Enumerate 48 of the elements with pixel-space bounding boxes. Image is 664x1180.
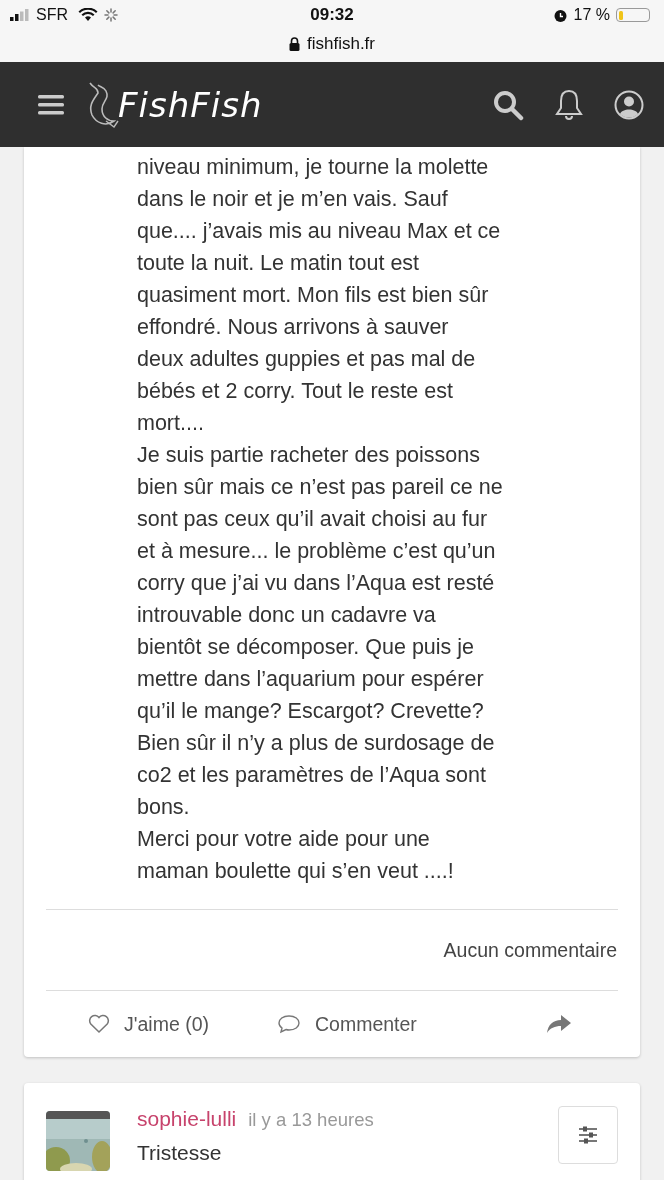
site-logo[interactable]: FishFish xyxy=(84,80,263,129)
post-time: il y a 13 heures xyxy=(248,1109,374,1131)
post-text-line: dans le noir et je m’en vais. Sauf xyxy=(137,186,449,213)
post-text-line: que.... j’avais mis au niveau Max et ce xyxy=(137,218,502,245)
search-icon[interactable] xyxy=(492,88,524,121)
loading-icon xyxy=(104,8,118,22)
post-text-line: qu’il le mange? Escargot? Crevette? xyxy=(137,698,485,725)
post-text-line: mort.... xyxy=(137,410,205,437)
alarm-icon xyxy=(552,7,568,23)
post-text-line: introuvable donc un cadavre va xyxy=(137,602,437,629)
post-title: Tristesse xyxy=(137,1141,223,1165)
account-icon[interactable] xyxy=(614,89,644,120)
post-text-line: deux adultes guppies et pas mal de xyxy=(137,346,477,373)
post-text-line: co2 et les paramètres de l’Aqua sont xyxy=(137,762,487,789)
speech-bubble-icon xyxy=(277,1014,301,1034)
post-text-line: toute la nuit. Le matin tout est xyxy=(137,250,421,277)
post-text-line: bébés et 2 corry. Tout le reste est xyxy=(137,378,454,405)
battery-percent: 17 % xyxy=(573,6,610,24)
signal-icon xyxy=(10,9,30,21)
post-text-line: Bien sûr il n’y a plus de surdosage de xyxy=(137,730,496,757)
post-text-line: niveau minimum, je tourne la molette xyxy=(137,154,490,181)
post-text-line: bientôt se décomposer. Que puis je xyxy=(137,634,476,661)
lock-icon xyxy=(289,37,300,51)
notification-bell-icon[interactable] xyxy=(554,87,584,122)
post-text-line: effondré. Nous arrivons à sauver xyxy=(137,314,450,341)
comment-button[interactable]: Commenter xyxy=(273,1008,421,1040)
comment-count[interactable]: Aucun commentaire xyxy=(443,938,617,962)
url-address[interactable]: fishfish.fr xyxy=(307,34,375,54)
settings-button[interactable] xyxy=(558,1106,618,1164)
post-text-line: Merci pour votre aide pour une xyxy=(137,826,431,853)
post-text-line: Je suis partie racheter des poissons xyxy=(137,442,481,469)
post-text-line: bien sûr mais ce n’est pas pareil ce ne xyxy=(137,474,504,501)
like-button[interactable]: J'aime (0) xyxy=(84,1008,213,1040)
clock-time: 09:32 xyxy=(309,5,355,25)
post-text-line: sont pas ceux qu’il avait choisi au fur xyxy=(137,506,489,533)
post-text-line: et à mesure... le problème c’est qu’un xyxy=(137,538,497,565)
post-text-line: bons. xyxy=(137,794,191,821)
battery-icon xyxy=(616,8,650,22)
post-text-line: mettre dans l’aquarium pour espérer xyxy=(137,666,485,693)
carrier-name: SFR xyxy=(36,6,68,24)
wifi-icon xyxy=(78,8,98,22)
post-text-line: maman boulette qui s’en veut ....! xyxy=(137,858,455,885)
post-text-line: quasiment mort. Mon fils est bien sûr xyxy=(137,282,490,309)
heart-icon xyxy=(88,1014,110,1034)
menu-icon[interactable] xyxy=(38,94,64,115)
sliders-icon xyxy=(578,1126,598,1144)
author-name[interactable]: sophie-lulli xyxy=(137,1107,237,1131)
post-text-line: corry que j’ai vu dans l’Aqua est resté xyxy=(137,570,496,597)
